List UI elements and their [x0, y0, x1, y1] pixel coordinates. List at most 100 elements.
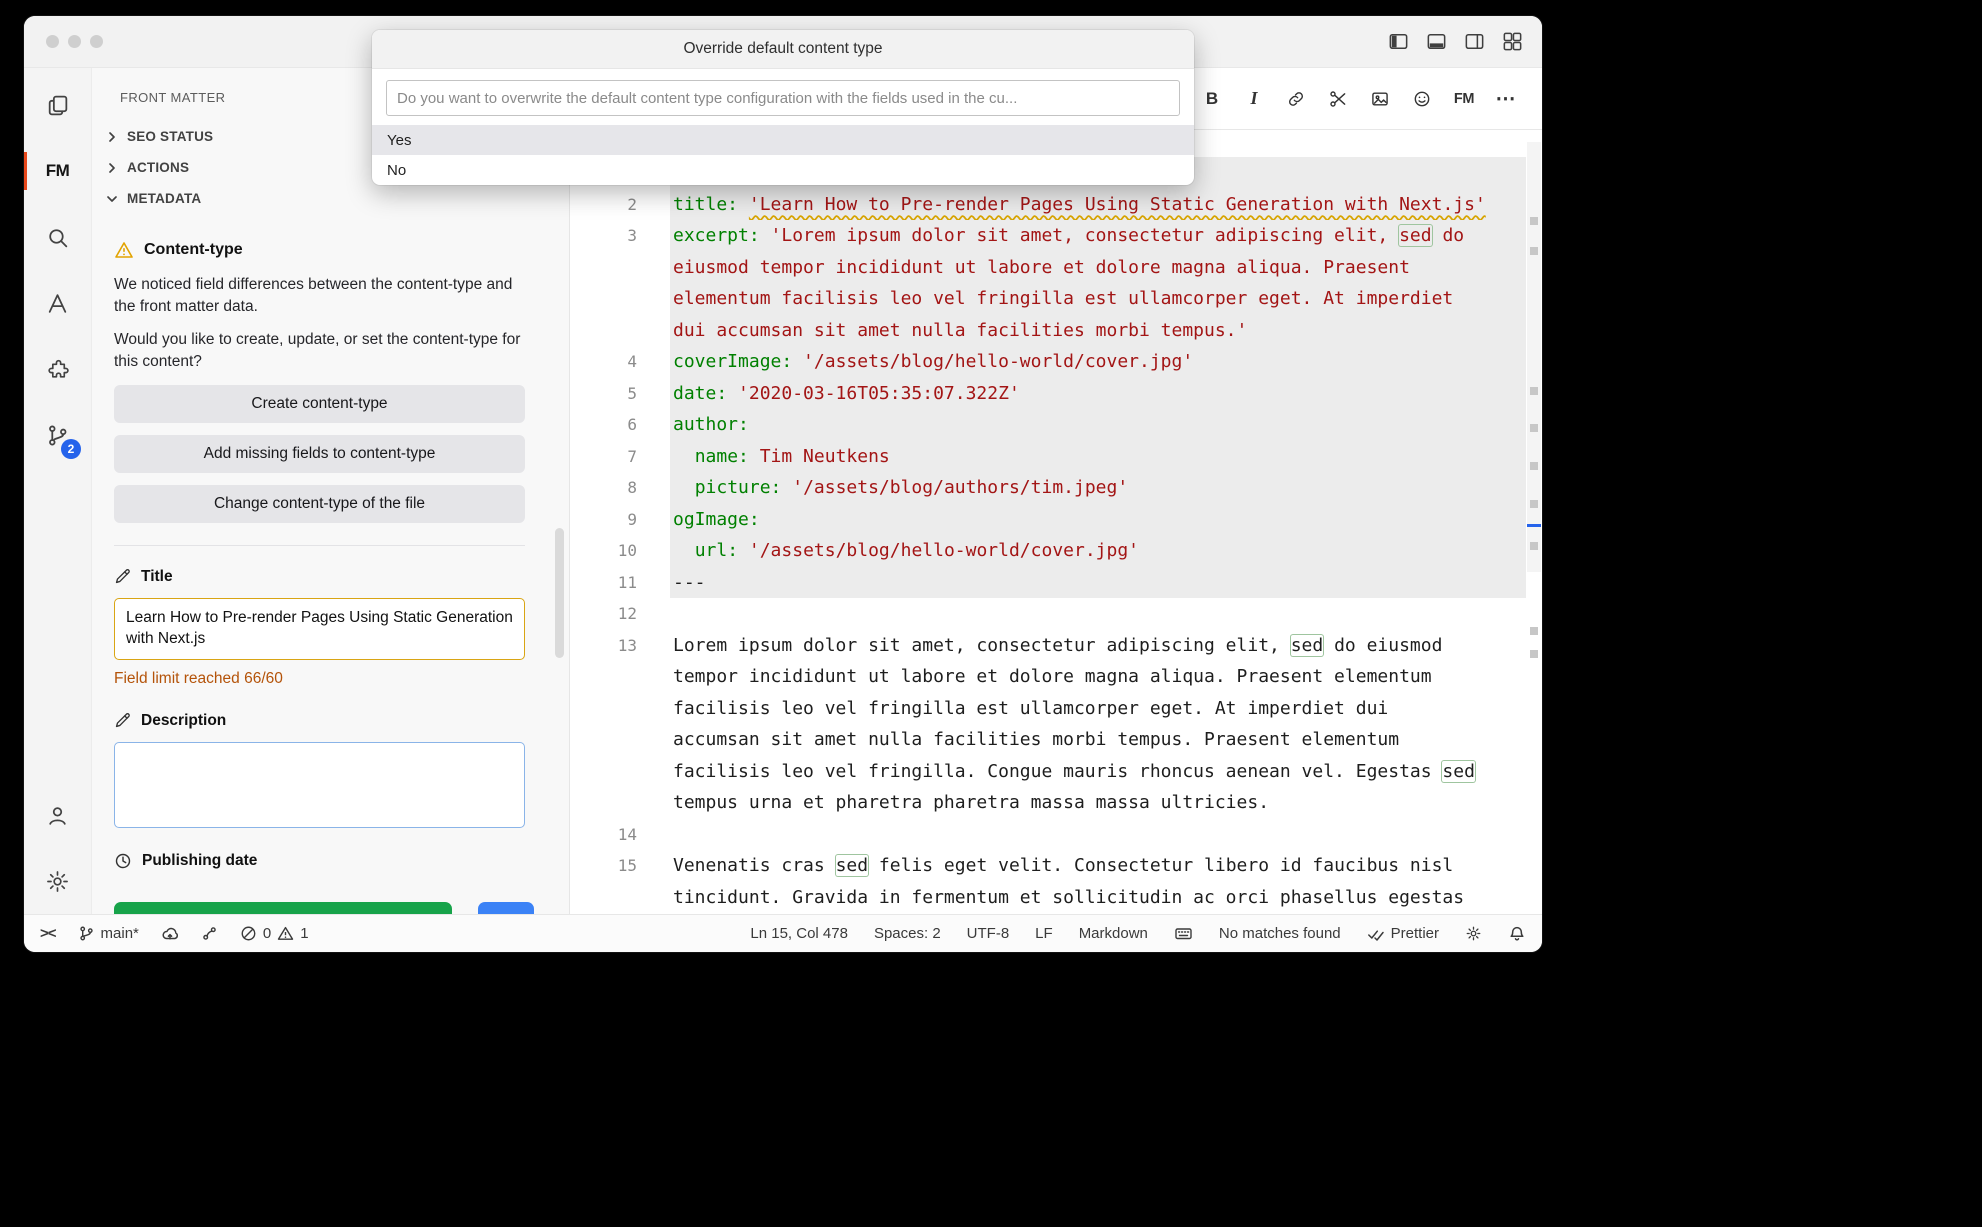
line-number: 10: [570, 535, 670, 567]
code-line[interactable]: 7 name: Tim Neutkens: [570, 441, 1526, 473]
italic-icon[interactable]: I: [1242, 87, 1266, 111]
sidebar-scrollbar[interactable]: [555, 528, 564, 658]
encoding[interactable]: UTF-8: [967, 925, 1010, 942]
close-window-button[interactable]: [46, 35, 59, 48]
bold-icon[interactable]: B: [1200, 87, 1224, 111]
overview-ruler[interactable]: [1526, 130, 1542, 914]
code-line[interactable]: 11---: [570, 567, 1526, 599]
cursor-position[interactable]: Ln 15, Col 478: [750, 925, 848, 942]
settings-gear-icon[interactable]: [24, 848, 91, 914]
change-content-type-button[interactable]: Change content-type of the file: [114, 485, 525, 523]
code-line[interactable]: 13Lorem ipsum dolor sit amet, consectetu…: [570, 630, 1526, 662]
code-line[interactable]: facilisis leo vel fringilla est ullamcor…: [570, 693, 1526, 725]
image-icon[interactable]: [1368, 87, 1392, 111]
extensions-icon[interactable]: [24, 336, 91, 402]
eol-sequence[interactable]: LF: [1035, 925, 1053, 942]
secondary-button-partial[interactable]: [478, 902, 534, 914]
add-missing-fields-button[interactable]: Add missing fields to content-type: [114, 435, 525, 473]
files-icon[interactable]: [24, 72, 91, 138]
line-number: 15: [570, 850, 670, 882]
git-graph-icon[interactable]: [201, 925, 218, 942]
customize-layout-icon[interactable]: [1501, 30, 1524, 53]
source-control-icon[interactable]: 2: [24, 402, 91, 468]
more-icon[interactable]: ⋯: [1494, 87, 1518, 111]
code-line[interactable]: 15Venenatis cras sed felis eget velit. C…: [570, 850, 1526, 882]
minimize-window-button[interactable]: [68, 35, 81, 48]
title-field[interactable]: Learn How to Pre-render Pages Using Stat…: [114, 598, 525, 660]
match-status[interactable]: No matches found: [1219, 925, 1341, 942]
overview-ruler-mark: [1530, 500, 1538, 508]
git-branch-item[interactable]: main*: [78, 925, 139, 942]
formatter-item[interactable]: Prettier: [1367, 925, 1439, 943]
code-line[interactable]: 5date: '2020-03-16T05:35:07.322Z': [570, 378, 1526, 410]
search-icon[interactable]: [24, 204, 91, 270]
dialog-input[interactable]: Do you want to overwrite the default con…: [386, 80, 1180, 116]
toggle-secondary-sidebar-icon[interactable]: [1463, 30, 1486, 53]
code-line[interactable]: tempus urna et pharetra pharetra massa m…: [570, 787, 1526, 819]
option-no[interactable]: No: [372, 155, 1194, 185]
publishing-date-label-text: Publishing date: [142, 852, 257, 870]
code-line[interactable]: elementum facilisis leo vel fringilla es…: [570, 283, 1526, 315]
save-button-partial[interactable]: [114, 902, 452, 914]
errors-icon: [240, 925, 257, 942]
toggle-panel-icon[interactable]: [1425, 30, 1448, 53]
code-line[interactable]: 12: [570, 598, 1526, 630]
code-line[interactable]: 14: [570, 819, 1526, 851]
line-number: 8: [570, 472, 670, 504]
line-number: 13: [570, 630, 670, 662]
scm-badge: 2: [61, 439, 81, 459]
dialog-title: Override default content type: [372, 30, 1194, 69]
scissors-icon[interactable]: [1326, 87, 1350, 111]
code-line[interactable]: dui accumsan sit amet nulla facilities m…: [570, 315, 1526, 347]
code-line[interactable]: 6author:: [570, 409, 1526, 441]
code-line[interactable]: facilisis leo vel fringilla. Congue maur…: [570, 756, 1526, 788]
code-line[interactable]: tempor incididunt ut labore et dolore ma…: [570, 661, 1526, 693]
code-line[interactable]: 9ogImage:: [570, 504, 1526, 536]
publish-changes-icon[interactable]: [161, 925, 179, 943]
section-label: ACTIONS: [127, 160, 189, 175]
description-field[interactable]: [114, 742, 525, 828]
status-bar: >< main* 0 1 Ln 15, Col 478 Spaces: 2 UT…: [24, 914, 1542, 952]
keyboard-icon[interactable]: [1174, 924, 1193, 943]
frontmatter-sidebar: FRONT MATTER SEO STATUS ACTIONS METADATA…: [92, 68, 570, 914]
overview-ruler-mark: [1530, 387, 1538, 395]
azure-icon[interactable]: [24, 270, 91, 336]
frontmatter-icon[interactable]: FM: [24, 138, 91, 204]
section-metadata[interactable]: METADATA: [92, 183, 569, 214]
warnings-count: 1: [300, 925, 308, 942]
language-mode[interactable]: Markdown: [1079, 925, 1148, 942]
code-line[interactable]: eiusmod tempor incididunt ut labore et d…: [570, 252, 1526, 284]
code-line[interactable]: 4coverImage: '/assets/blog/hello-world/c…: [570, 346, 1526, 378]
zoom-window-button[interactable]: [90, 35, 103, 48]
link-icon[interactable]: [1284, 87, 1308, 111]
code-line[interactable]: 2title: 'Learn How to Pre-render Pages U…: [570, 189, 1526, 221]
code-line[interactable]: 10 url: '/assets/blog/hello-world/cover.…: [570, 535, 1526, 567]
line-number: 3: [570, 220, 670, 252]
content-type-title: Content-type: [144, 241, 243, 259]
code-area[interactable]: 1---2title: 'Learn How to Pre-render Pag…: [570, 130, 1526, 914]
option-yes[interactable]: Yes: [372, 125, 1194, 155]
warning-triangle-icon: [114, 240, 134, 260]
pencil-icon: [114, 712, 131, 729]
traffic-lights: [46, 35, 103, 48]
remote-indicator[interactable]: ><: [40, 925, 56, 942]
frontmatter-badge[interactable]: FM: [1452, 87, 1476, 111]
toggle-primary-sidebar-icon[interactable]: [1387, 30, 1410, 53]
settings-small-icon[interactable]: [1465, 925, 1482, 942]
overview-ruler-mark: [1530, 462, 1538, 470]
title-field-label: Title: [114, 568, 525, 586]
problems-item[interactable]: 0 1: [240, 925, 309, 942]
indentation[interactable]: Spaces: 2: [874, 925, 941, 942]
account-icon[interactable]: [24, 782, 91, 848]
create-content-type-button[interactable]: Create content-type: [114, 385, 525, 423]
chevron-down-icon: [104, 191, 120, 207]
code-line[interactable]: 3excerpt: 'Lorem ipsum dolor sit amet, c…: [570, 220, 1526, 252]
code-line[interactable]: 8 picture: '/assets/blog/authors/tim.jpe…: [570, 472, 1526, 504]
overview-ruler-cursor-mark: [1527, 524, 1541, 527]
code-line[interactable]: tincidunt. Gravida in fermentum et solli…: [570, 882, 1526, 914]
notifications-bell-icon[interactable]: [1508, 925, 1526, 943]
frontmatter-logo: FM: [46, 161, 70, 181]
line-number: 14: [570, 819, 670, 851]
code-line[interactable]: accumsan sit amet nulla facilities morbi…: [570, 724, 1526, 756]
emoji-icon[interactable]: [1410, 87, 1434, 111]
